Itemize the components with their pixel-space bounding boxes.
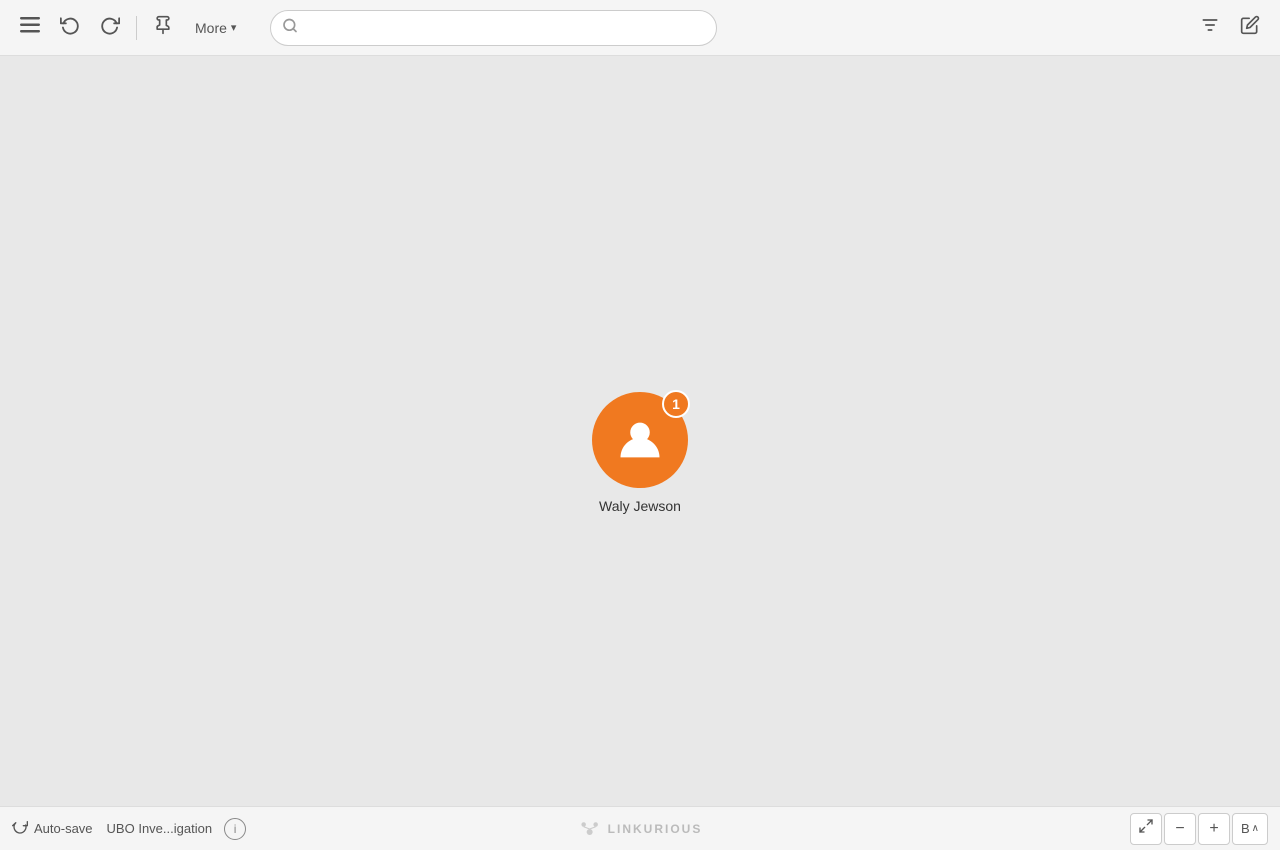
zoom-fit-label: B bbox=[1241, 821, 1250, 836]
top-toolbar: More ▾ bbox=[0, 0, 1280, 56]
chevron-up-icon: ∧ bbox=[1252, 823, 1259, 834]
node-circle[interactable]: 1 bbox=[592, 392, 688, 488]
logo-text: LINKURIOUS bbox=[608, 822, 703, 836]
linkurious-logo: LINKURIOUS bbox=[578, 817, 703, 841]
person-icon bbox=[614, 414, 666, 466]
undo-button[interactable] bbox=[52, 10, 88, 46]
more-label: More bbox=[195, 20, 227, 36]
graph-canvas[interactable]: 1 Waly Jewson bbox=[0, 56, 1280, 850]
separator-1 bbox=[136, 16, 137, 40]
info-icon: i bbox=[234, 822, 237, 836]
zoom-fit-button[interactable]: B ∧ bbox=[1232, 813, 1268, 845]
edit-button[interactable] bbox=[1232, 10, 1268, 46]
right-toolbar bbox=[1192, 10, 1268, 46]
pencil-icon bbox=[1240, 15, 1260, 40]
filter-icon bbox=[1200, 15, 1220, 40]
redo-button[interactable] bbox=[92, 10, 128, 46]
search-container bbox=[270, 10, 717, 46]
zoom-out-icon: − bbox=[1175, 820, 1184, 838]
node-badge: 1 bbox=[662, 390, 690, 418]
menu-button[interactable] bbox=[12, 10, 48, 46]
autosave-label: Auto-save bbox=[34, 821, 93, 836]
menu-icon bbox=[20, 17, 40, 38]
fullscreen-icon bbox=[1138, 818, 1154, 839]
undo-icon bbox=[60, 15, 80, 40]
bottom-bar: Auto-save UBO Inve...igation i LINKURIOU… bbox=[0, 806, 1280, 850]
annotate-button[interactable] bbox=[145, 10, 181, 46]
zoom-in-icon: + bbox=[1209, 820, 1218, 838]
chevron-down-icon: ▾ bbox=[231, 21, 237, 34]
filter-button[interactable] bbox=[1192, 10, 1228, 46]
zoom-out-button[interactable]: − bbox=[1164, 813, 1196, 845]
node-label: Waly Jewson bbox=[599, 498, 681, 514]
autosave-icon bbox=[12, 819, 28, 839]
info-button[interactable]: i bbox=[224, 818, 246, 840]
badge-count: 1 bbox=[672, 396, 680, 412]
more-button[interactable]: More ▾ bbox=[185, 14, 246, 42]
redo-icon bbox=[100, 15, 120, 40]
zoom-controls: − + B ∧ bbox=[1130, 813, 1268, 845]
autosave-area: Auto-save UBO Inve...igation i bbox=[12, 818, 246, 840]
pin-icon bbox=[153, 15, 173, 40]
logo-icon bbox=[578, 817, 602, 841]
investigation-name: UBO Inve...igation bbox=[107, 821, 213, 836]
search-input[interactable] bbox=[270, 10, 717, 46]
fullscreen-button[interactable] bbox=[1130, 813, 1162, 845]
zoom-in-button[interactable]: + bbox=[1198, 813, 1230, 845]
node-container: 1 Waly Jewson bbox=[592, 392, 688, 514]
